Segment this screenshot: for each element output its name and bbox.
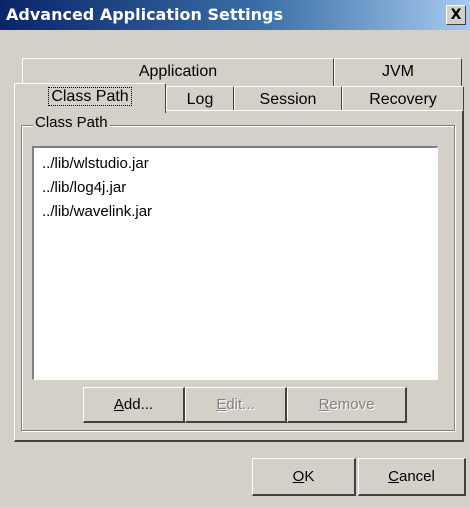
tab-application[interactable]: Application xyxy=(22,58,334,86)
class-path-group-label: Class Path xyxy=(33,114,110,131)
tab-jvm-label: JVM xyxy=(382,63,414,80)
title-bar: Advanced Application Settings X xyxy=(0,0,470,30)
edit-button[interactable]: Edit... xyxy=(185,387,287,423)
window-title: Advanced Application Settings xyxy=(6,5,283,24)
class-path-list[interactable]: ../lib/wlstudio.jar ../lib/log4j.jar ../… xyxy=(32,146,438,380)
tab-application-label: Application xyxy=(138,63,218,80)
add-mnemonic: A xyxy=(113,396,124,413)
cancel-button[interactable]: Cancel xyxy=(358,458,466,496)
ok-label: K xyxy=(304,468,315,485)
remove-button[interactable]: Remove xyxy=(287,387,407,423)
tab-class-path[interactable]: Class Path xyxy=(14,83,166,113)
tab-session-label: Session xyxy=(259,91,317,108)
close-button[interactable]: X xyxy=(446,5,466,25)
list-item[interactable]: ../lib/wlstudio.jar xyxy=(34,152,437,176)
edit-mnemonic: E xyxy=(216,396,227,413)
tab-jvm[interactable]: JVM xyxy=(334,58,462,86)
ok-mnemonic: O xyxy=(292,468,305,485)
edit-label: dit... xyxy=(226,396,255,413)
tab-log[interactable]: Log xyxy=(166,86,234,112)
list-item[interactable]: ../lib/wavelink.jar xyxy=(34,200,437,224)
tab-recovery-label: Recovery xyxy=(369,91,437,108)
add-button[interactable]: Add... xyxy=(83,387,185,423)
tab-class-path-label: Class Path xyxy=(48,87,132,106)
close-icon: X xyxy=(450,7,462,23)
remove-mnemonic: R xyxy=(318,396,330,413)
cancel-label: ancel xyxy=(398,468,435,485)
list-item[interactable]: ../lib/log4j.jar xyxy=(34,176,437,200)
remove-label: emove xyxy=(329,396,375,413)
add-label: dd... xyxy=(123,396,154,413)
cancel-mnemonic: C xyxy=(388,468,399,485)
ok-button[interactable]: OK xyxy=(252,458,356,496)
tab-session[interactable]: Session xyxy=(234,86,342,112)
tab-log-label: Log xyxy=(186,91,214,108)
tab-recovery[interactable]: Recovery xyxy=(342,86,464,112)
